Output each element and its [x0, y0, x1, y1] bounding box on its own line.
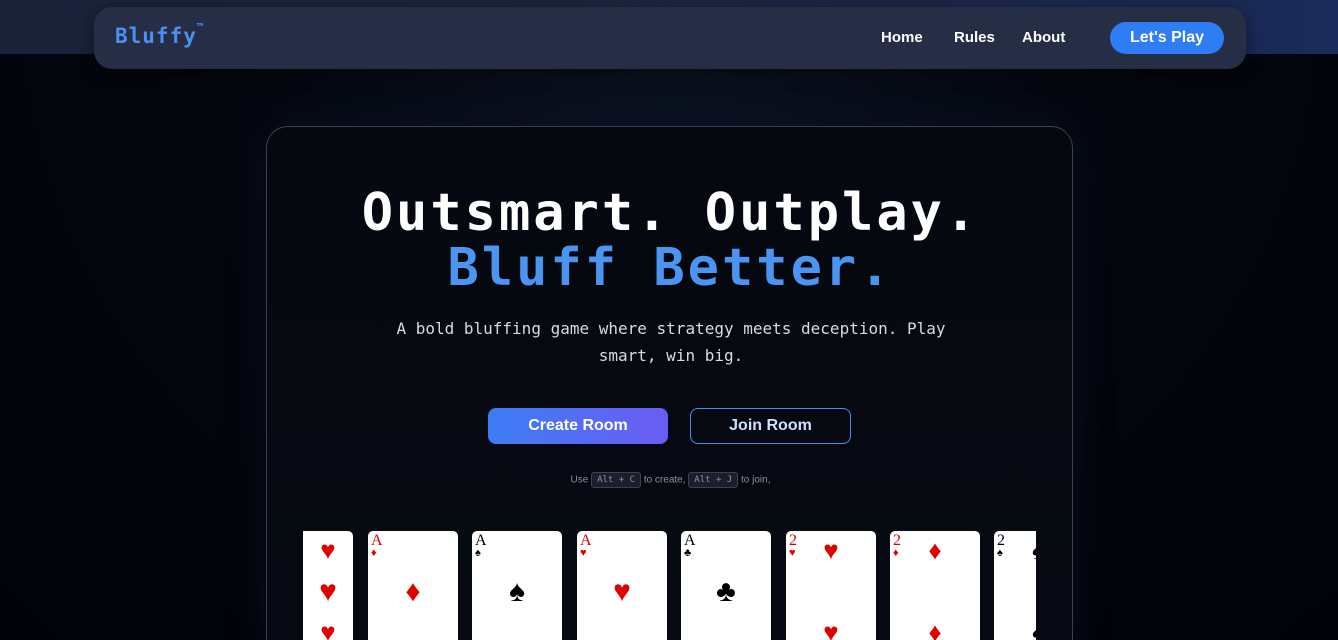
playing-card: A ♠ ♠ ♠: [472, 531, 562, 640]
logo-text: Bluffy: [115, 24, 197, 48]
hint-join-text: to join,: [741, 474, 771, 486]
playing-card: 2 ♥ ♥ ♥ ♥: [786, 531, 876, 640]
playing-card: A ♣ ♣ ♣: [681, 531, 771, 640]
create-room-button[interactable]: Create Room: [488, 408, 668, 444]
playing-card: ♥ ♥ ♥ ♥: [303, 531, 353, 640]
playing-card: 2 ♦ ♦ ♦ ♦: [890, 531, 980, 640]
card-corner-suit: ♥: [580, 547, 587, 559]
hero-subtitle: A bold bluffing game where strategy meet…: [396, 319, 946, 365]
card-suit-icon: ♥: [319, 575, 337, 608]
keyboard-hint: Use Alt + C to create, Alt + J to join,: [267, 472, 1072, 488]
nav-home-link[interactable]: Home: [881, 29, 923, 46]
headline-line-2: Bluff Better.: [447, 238, 894, 298]
headline-line-1: Outsmart. Outplay.: [361, 183, 980, 243]
playing-card: A ♦ ♦ ♦: [368, 531, 458, 640]
card-suit-icon: ♦: [405, 575, 421, 608]
nav-about-link[interactable]: About: [1022, 29, 1065, 46]
card-suit-icon: ♥: [823, 536, 839, 565]
card-suit-icon: ♥: [320, 536, 336, 565]
card-suit-icon: ♥: [320, 618, 336, 640]
card-suit-icon: ♦: [928, 618, 942, 640]
card-suit-icon: ♠: [994, 619, 1036, 640]
hero-panel: Outsmart. Outplay. Bluff Better. A bold …: [266, 126, 1073, 640]
card-suit-icon: ♥: [613, 575, 631, 608]
create-shortcut-key: Alt + C: [591, 472, 642, 488]
card-corner-suit: ♣: [684, 547, 692, 559]
nav-rules-link[interactable]: Rules: [954, 29, 995, 46]
hint-use-text: Use: [570, 474, 589, 486]
logo[interactable]: Bluffy™: [115, 21, 205, 48]
hint-create-text: to create,: [643, 474, 686, 486]
playing-card: A ♥ ♥ ♥: [577, 531, 667, 640]
logo-trademark: ™: [196, 21, 205, 34]
card-suit-icon: ♦: [928, 536, 942, 565]
card-corner-suit: ♠: [475, 547, 481, 559]
lets-play-button[interactable]: Let's Play: [1110, 22, 1224, 54]
card-suit-icon: ♠: [994, 537, 1036, 565]
card-suit-icon: ♠: [509, 575, 525, 608]
card-corner-suit: ♦: [371, 547, 377, 559]
join-shortcut-key: Alt + J: [688, 472, 739, 488]
card-carousel: ♥ ♥ ♥ ♥ A ♦ ♦ ♦ A ♠ ♠ ♠ A ♥ ♥ ♥ A ♣: [303, 531, 1036, 640]
card-suit-icon: ♥: [823, 618, 839, 640]
card-suit-icon: ♣: [716, 575, 736, 608]
playing-card: 2 ♠ ♠ ♠: [994, 531, 1036, 640]
join-room-button[interactable]: Join Room: [690, 408, 851, 444]
navbar: Bluffy™ Home Rules About Let's Play: [94, 7, 1246, 69]
